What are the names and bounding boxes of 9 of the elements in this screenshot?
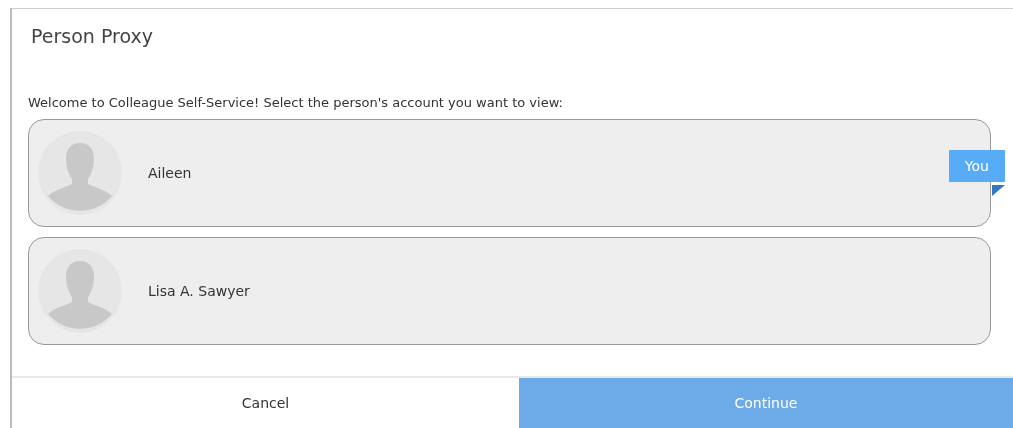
avatar-icon: [38, 131, 122, 215]
account-name: Aileen: [148, 165, 192, 181]
account-card[interactable]: Lisa A. Sawyer: [28, 237, 991, 345]
account-name: Lisa A. Sawyer: [148, 283, 250, 299]
prompt-text: Welcome to Colleague Self-Service! Select the person's account you want to view:: [27, 94, 564, 112]
avatar-icon: [38, 249, 122, 333]
ribbon-fold: [992, 185, 1005, 196]
dialog-title: Person Proxy: [30, 24, 154, 49]
you-ribbon: You: [948, 150, 1005, 182]
